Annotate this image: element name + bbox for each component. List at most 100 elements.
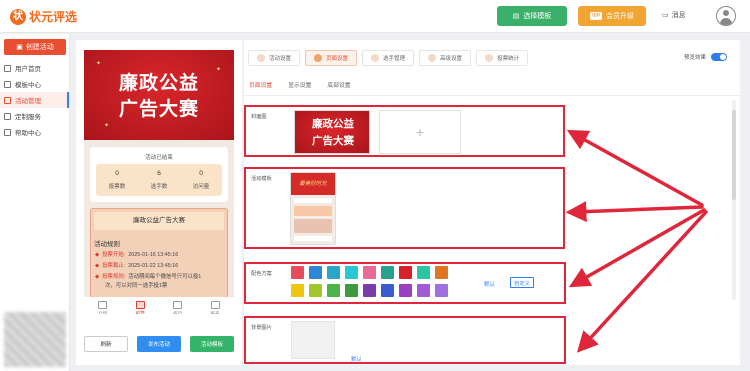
logo-text: 状元评选 — [29, 10, 78, 24]
publish-button[interactable]: 发布活动 — [137, 336, 181, 352]
template-thumb-block — [294, 198, 332, 203]
step-icon — [314, 54, 323, 62]
stat-contestants: 6 选手数 — [138, 164, 180, 196]
color-swatch[interactable] — [381, 266, 394, 279]
color-swatch[interactable] — [435, 266, 448, 279]
logo-icon: 状 — [10, 8, 26, 25]
sidebar-item-templates[interactable]: 模板中心 — [0, 76, 69, 92]
messages-link[interactable]: ▭ 消息 — [662, 10, 686, 20]
subtab-page[interactable]: 页面设置 — [248, 80, 274, 96]
color-swatch[interactable] — [381, 284, 394, 297]
stats-card: 活动已结束 0 投票数 6 选手数 0 访问量 — [90, 147, 228, 202]
rule-text: 2025-01-22 13:45:16 — [128, 263, 179, 269]
subtab-footer[interactable]: 底部设置 — [326, 80, 351, 96]
refresh-button[interactable]: 刷新 — [84, 336, 128, 352]
vip-upgrade-button[interactable]: VIP 会员升级 — [578, 6, 646, 26]
activity-title: 廉政公益广告大赛 — [94, 212, 224, 230]
color-swatch[interactable] — [435, 284, 448, 297]
color-swatch[interactable] — [345, 266, 358, 279]
color-swatch[interactable] — [399, 284, 412, 297]
sidebar-item-activities[interactable]: 活动管理 — [0, 92, 69, 108]
rule-key: 投票开始: — [102, 252, 126, 258]
color-swatch[interactable] — [327, 284, 340, 297]
rules-heading: 活动规则 — [94, 241, 120, 248]
vip-upgrade-label: 会员升级 — [606, 13, 635, 20]
custom-color-button[interactable]: 自定义 — [510, 277, 534, 288]
rule-text: 次，可以对同一选手投1票 — [105, 283, 168, 289]
color-swatch[interactable] — [363, 284, 376, 297]
step-advanced[interactable]: 高级设置 — [419, 50, 472, 66]
background-image-upload[interactable] — [291, 321, 335, 359]
background-image-section: 背景图片 默认 — [244, 316, 566, 364]
step-statistics[interactable]: 投票统计 — [476, 50, 529, 66]
color-swatch[interactable] — [291, 284, 304, 297]
rule-text: 活动期间每个微信号只可以投1 — [128, 274, 202, 280]
sidebar: ▣ 创建活动 用户首页 模板中心 活动管理 定制服务 帮助中心 — [0, 34, 70, 371]
color-swatch[interactable] — [399, 266, 412, 279]
plus-icon: + — [415, 124, 425, 140]
template-thumb-title: 最美好时光 — [291, 173, 335, 195]
select-template-button[interactable]: ▤ 选择模板 — [497, 6, 567, 26]
color-swatch[interactable] — [417, 266, 430, 279]
preview-toggle[interactable] — [711, 53, 728, 61]
step-icon — [485, 54, 494, 62]
folder-icon — [4, 80, 11, 88]
color-swatch[interactable] — [345, 284, 358, 297]
sidebar-item-label: 模板中心 — [15, 82, 41, 89]
rule-key: 投票截止: — [102, 263, 126, 269]
tab-vote[interactable]: 投票 — [122, 297, 160, 314]
color-swatch[interactable] — [309, 284, 322, 297]
activity-status: 活动已结束 — [145, 155, 173, 161]
messages-label: 消息 — [671, 12, 686, 19]
tab-ranking[interactable]: 排行 — [159, 297, 197, 314]
tab-label: 排行 — [173, 311, 183, 314]
subtab-display[interactable]: 显示设置 — [287, 80, 312, 96]
template-thumbnail[interactable]: 最美好时光 — [290, 172, 336, 245]
bullet-icon: ◆ — [95, 252, 100, 258]
sidebar-item-home[interactable]: 用户首页 — [0, 60, 69, 76]
step-contestants[interactable]: 选手管理 — [362, 50, 415, 66]
color-swatch[interactable] — [291, 266, 304, 279]
signup-icon — [210, 301, 220, 309]
upload-cover-button[interactable]: + — [379, 110, 461, 154]
section-label: 活动模板 — [251, 176, 272, 182]
sidebar-item-help[interactable]: 帮助中心 — [0, 124, 69, 140]
sidebar-item-custom-service[interactable]: 定制服务 — [0, 108, 69, 124]
help-icon — [4, 128, 11, 136]
step-activity-settings[interactable]: 活动设置 — [248, 50, 301, 66]
preview-banner: ✦ ✦ ✦ 廉政公益 广告大赛 — [84, 50, 234, 140]
vip-badge: VIP — [589, 12, 603, 20]
create-activity-button[interactable]: ▣ 创建活动 — [4, 39, 66, 55]
app-logo[interactable]: 状 状元评选 — [10, 8, 77, 25]
sidebar-item-label: 活动管理 — [15, 98, 41, 105]
create-activity-label: 创建活动 — [25, 44, 54, 51]
tab-label: 投票 — [135, 311, 145, 314]
color-swatch-grid — [291, 266, 448, 297]
color-default-link[interactable]: 默认 — [484, 280, 495, 288]
tab-intro[interactable]: 介绍 — [84, 297, 122, 314]
step-page-settings[interactable]: 页面设置 — [305, 50, 358, 66]
cover-image-thumbnail[interactable]: 廉政公益 广告大赛 — [294, 110, 370, 154]
sidebar-item-label: 用户首页 — [15, 66, 41, 73]
background-default-link[interactable]: 默认 — [351, 355, 362, 363]
service-icon — [4, 112, 11, 120]
color-swatch[interactable] — [309, 266, 322, 279]
sidebar-item-label: 定制服务 — [15, 114, 41, 121]
color-swatch[interactable] — [327, 266, 340, 279]
tab-signup[interactable]: 报名 — [197, 297, 235, 314]
cover-thumb-line2: 广告大赛 — [312, 135, 354, 147]
phone-preview: ✦ ✦ ✦ 廉政公益 广告大赛 活动已结束 0 投票数 6 选手数 0 访问量 — [84, 50, 234, 314]
top-bar: 状 状元评选 ▤ 选择模板 VIP 会员升级 ▭ 消息 — [0, 0, 750, 33]
color-swatch[interactable] — [363, 266, 376, 279]
settings-panel: 活动设置 页面设置 选手管理 高级设置 投票统计 预览效果 页面设置 显示设置 … — [244, 40, 740, 365]
stat-label: 选手数 — [150, 184, 168, 190]
step-tabs: 活动设置 页面设置 选手管理 高级设置 投票统计 — [248, 50, 529, 66]
color-swatch[interactable] — [417, 284, 430, 297]
activity-template-button[interactable]: 活动模板 — [190, 336, 234, 352]
preview-actions: 刷新 发布活动 活动模板 — [84, 336, 234, 352]
tab-label: 报名 — [210, 311, 220, 314]
section-label: 配色方案 — [251, 271, 272, 277]
avatar[interactable] — [716, 6, 736, 26]
ranking-icon — [173, 301, 183, 309]
scrollbar[interactable] — [732, 100, 736, 300]
